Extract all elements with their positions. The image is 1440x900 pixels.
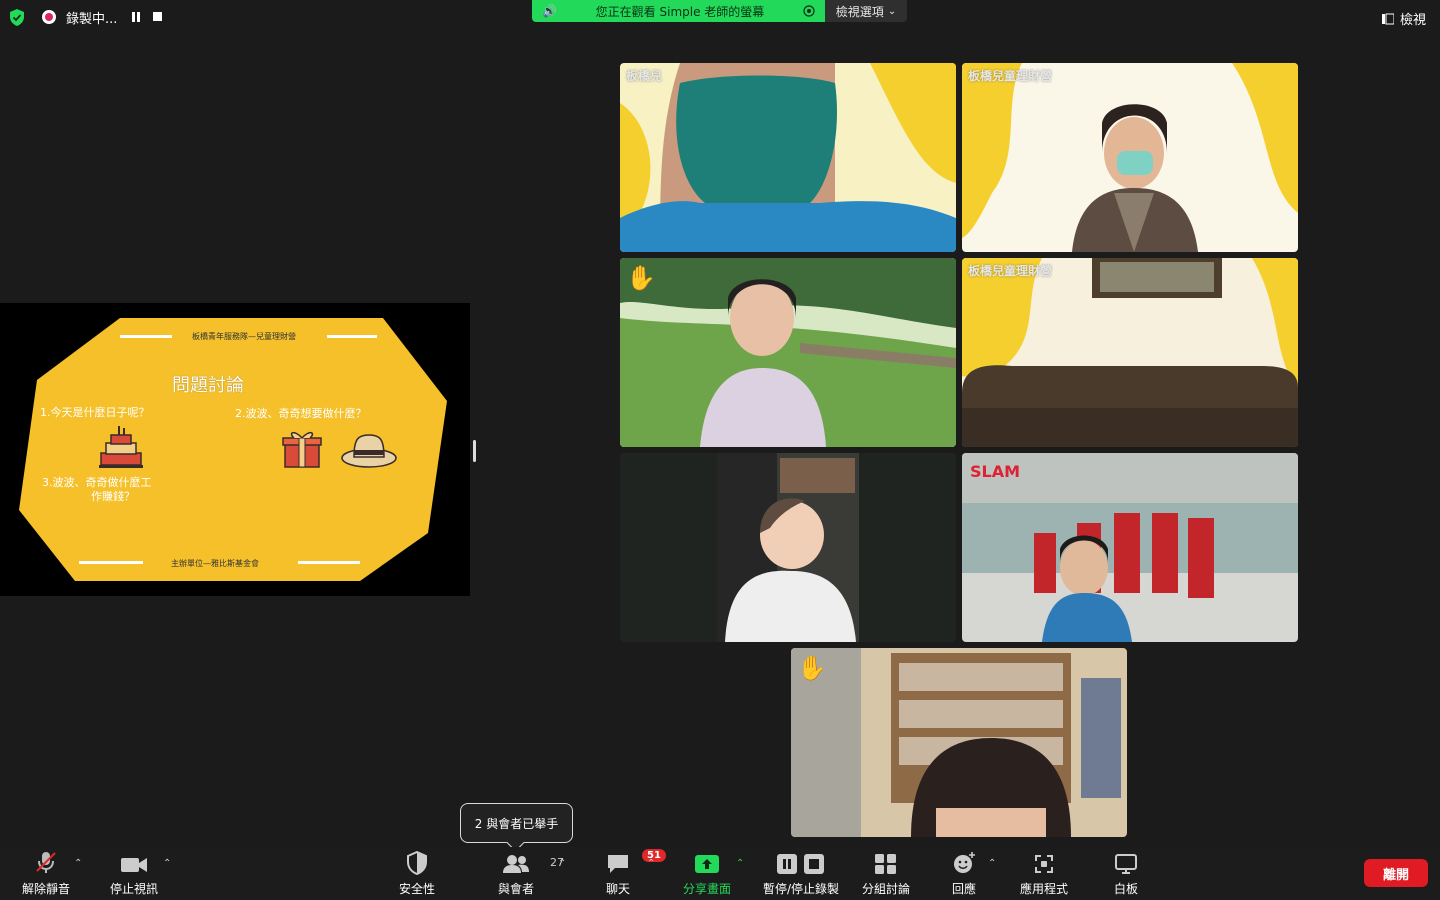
video-feed <box>620 453 956 642</box>
video-feed <box>620 63 956 252</box>
grid-view-icon <box>1381 13 1394 24</box>
raised-hand-icon: ✋ <box>797 654 827 682</box>
view-options-label: 檢視選項 <box>835 4 884 19</box>
video-tile[interactable]: 板橋兒童理財營 <box>962 258 1298 447</box>
whiteboard-label: 白板 <box>1113 882 1138 896</box>
meeting-controls-toolbar: 解除靜音 ⌃ 停止視訊 ⌃ 安全性 27 與會者 ⌃ 51 聊天 ⌃ 分享畫面 … <box>0 847 1440 900</box>
apps-button[interactable]: 應用程式 <box>1012 847 1076 900</box>
view-label: 檢視 <box>1399 13 1426 28</box>
birthday-cake-icon <box>99 426 143 468</box>
slide-footer: 主辦單位—雅比斯基金會 <box>171 559 259 568</box>
video-feed: SLAM <box>962 453 1298 642</box>
resize-handle[interactable] <box>473 440 476 462</box>
share-screen-button[interactable]: 分享畫面 <box>675 847 739 900</box>
chat-bubble-icon <box>608 855 628 873</box>
share-caret-icon[interactable]: ⌃ <box>736 858 744 869</box>
view-button[interactable]: 檢視 <box>1381 9 1426 28</box>
video-camera-icon <box>121 858 147 872</box>
pause-stop-icon <box>777 854 824 874</box>
stop-video-button[interactable]: 停止視訊 <box>102 847 166 900</box>
muted-microphone-icon <box>36 852 56 873</box>
security-button[interactable]: 安全性 <box>385 847 449 900</box>
recording-indicator: 錄製中... <box>42 8 118 27</box>
slide-title: 問題討論 <box>172 375 244 396</box>
share-screen-label: 分享畫面 <box>682 882 731 896</box>
slide-background <box>0 303 470 596</box>
tile-overlay-text: 板橋兒 <box>626 69 663 83</box>
apps-icon <box>1035 855 1053 873</box>
video-tile[interactable]: 板橋兒 <box>620 63 956 252</box>
speaker-icon: 🔊 <box>542 4 557 18</box>
chevron-down-icon: ⌄ <box>887 5 897 17</box>
participants-button[interactable]: 27 與會者 <box>484 847 564 900</box>
stop-video-label: 停止視訊 <box>109 882 158 896</box>
unmute-label: 解除靜音 <box>21 882 70 896</box>
svg-text:SLAM: SLAM <box>970 462 1020 481</box>
slide-header: 板橋青年服務隊—兒童理財營 <box>192 332 296 341</box>
raised-hands-tooltip: 2 與會者已舉手 <box>460 803 573 843</box>
video-tile[interactable]: 板橋兒童理財營 <box>962 63 1298 252</box>
screen-share-banner: 🔊 您正在觀看 Simple 老師的螢幕 檢視選項 ⌄ <box>532 0 907 22</box>
reactions-caret-icon[interactable]: ⌃ <box>988 858 996 869</box>
leave-button[interactable]: 離開 <box>1364 859 1428 887</box>
chat-caret-icon[interactable]: ⌃ <box>647 858 655 869</box>
pause-stop-recording-button[interactable]: 暫停/停止錄製 <box>757 847 845 900</box>
record-dot-icon <box>42 10 56 24</box>
tile-overlay-text: 板橋兒童理財營 <box>968 69 1053 83</box>
security-shield-icon <box>407 851 427 875</box>
apps-label: 應用程式 <box>1019 882 1068 896</box>
participants-label: 與會者 <box>497 882 534 896</box>
unmute-button[interactable]: 解除靜音 <box>14 847 78 900</box>
video-feed <box>962 63 1298 252</box>
slide-question-2: 2.波波、奇奇想要做什麼？ <box>235 407 367 420</box>
security-label: 安全性 <box>398 882 435 896</box>
whiteboard-icon <box>1115 854 1137 874</box>
video-feed <box>620 258 956 447</box>
whiteboard-button[interactable]: 白板 <box>1094 847 1158 900</box>
share-banner-message: 🔊 您正在觀看 Simple 老師的螢幕 <box>532 0 825 22</box>
recording-label: 錄製中... <box>66 11 118 27</box>
breakout-rooms-button[interactable]: 分組討論 <box>854 847 918 900</box>
stop-recording-icon[interactable] <box>153 12 162 21</box>
video-tile[interactable]: ✋ <box>791 648 1127 837</box>
tile-overlay-text: 板橋兒童理財營 <box>968 264 1053 278</box>
reactions-label: 回應 <box>951 882 976 896</box>
top-bar: 錄製中... 🔊 您正在觀看 Simple 老師的螢幕 檢視選項 ⌄ 檢視 <box>0 0 1440 34</box>
record-circle-icon <box>803 5 815 17</box>
participants-icon <box>503 855 529 873</box>
video-feed <box>962 258 1298 447</box>
security-shield-icon[interactable] <box>9 9 25 26</box>
share-banner-text: 您正在觀看 Simple 老師的螢幕 <box>595 4 765 19</box>
pause-stop-recording-label: 暫停/停止錄製 <box>762 882 840 896</box>
video-tile[interactable]: SLAM <box>962 453 1298 642</box>
slide-question-3b: 作賺錢？ <box>91 490 135 503</box>
breakout-rooms-label: 分組討論 <box>861 882 910 896</box>
video-tile[interactable] <box>620 453 956 642</box>
video-options-caret-icon[interactable]: ⌃ <box>163 858 171 869</box>
gift-box-icon <box>282 431 322 468</box>
shared-screen[interactable]: 板橋青年服務隊—兒童理財營 問題討論 1.今天是什麼日子呢？ 2.波波、奇奇想要… <box>0 303 470 596</box>
view-options-dropdown[interactable]: 檢視選項 ⌄ <box>825 0 907 22</box>
audio-options-caret-icon[interactable]: ⌃ <box>74 858 82 869</box>
slide-question-1: 1.今天是什麼日子呢？ <box>40 406 150 419</box>
chat-button[interactable]: 51 聊天 <box>586 847 666 900</box>
hat-icon <box>341 434 397 468</box>
video-tile-active-speaker[interactable]: ✋ <box>620 258 956 447</box>
reactions-button[interactable]: 回應 <box>932 847 996 900</box>
smiley-plus-icon <box>954 852 975 873</box>
raised-hand-icon: ✋ <box>626 264 656 292</box>
chat-label: 聊天 <box>605 882 630 896</box>
zoom-meeting-window: 錄製中... 🔊 您正在觀看 Simple 老師的螢幕 檢視選項 ⌄ 檢視 板橋… <box>0 0 1440 900</box>
video-feed <box>791 648 1127 837</box>
participants-caret-icon[interactable]: ⌃ <box>558 858 566 869</box>
breakout-grid-icon <box>875 854 896 874</box>
share-screen-icon <box>695 855 719 873</box>
pause-recording-icon[interactable] <box>132 12 140 22</box>
